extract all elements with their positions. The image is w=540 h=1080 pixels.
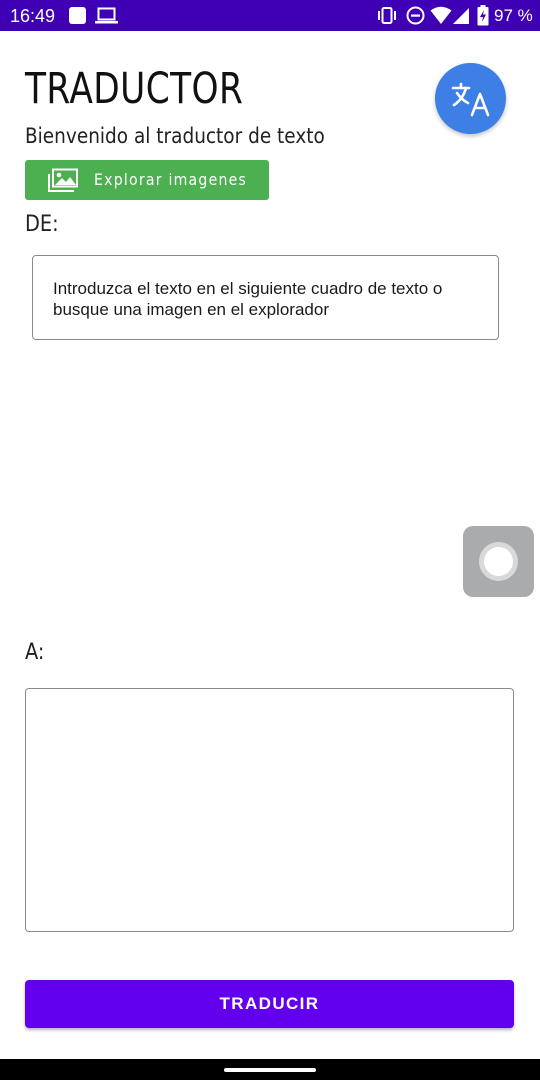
- notification-square-icon: [68, 6, 87, 29]
- translate-logo: [435, 63, 506, 134]
- target-text-output[interactable]: [25, 688, 514, 932]
- explore-images-label: Explorar imagenes: [94, 170, 248, 189]
- battery-charging-icon: [477, 5, 489, 30]
- translate-button[interactable]: TRADUCIR: [25, 980, 514, 1028]
- explore-images-button[interactable]: Explorar imagenes: [25, 160, 269, 200]
- translate-icon: [451, 82, 490, 117]
- target-language-label: A:: [25, 640, 45, 665]
- source-language-label: DE:: [25, 212, 59, 237]
- do-not-disturb-icon: [406, 6, 425, 29]
- app-subtitle: Bienvenido al traductor de texto: [25, 124, 325, 148]
- signal-icon: [452, 6, 470, 29]
- navigation-bar: [0, 1059, 540, 1080]
- status-time: 16:49: [10, 6, 56, 26]
- home-gesture-handle[interactable]: [224, 1068, 316, 1072]
- floating-assistive-button[interactable]: [463, 526, 534, 597]
- battery-percentage: 97 %: [494, 6, 533, 25]
- assistive-dot: [484, 547, 513, 576]
- laptop-icon: [95, 6, 119, 29]
- source-text-input[interactable]: Introduzca el texto en el siguiente cuad…: [32, 255, 499, 340]
- vibrate-icon: [376, 6, 398, 29]
- images-icon: [47, 168, 79, 197]
- app-title: TRADUCTOR: [25, 64, 244, 114]
- status-bar: 16:49 97 %: [0, 0, 540, 31]
- wifi-icon: [430, 6, 452, 29]
